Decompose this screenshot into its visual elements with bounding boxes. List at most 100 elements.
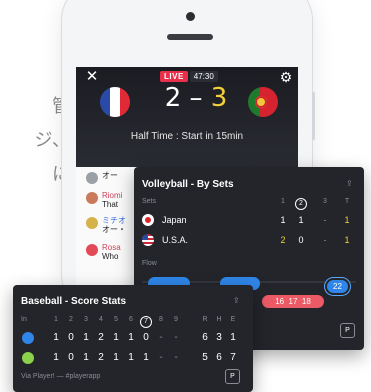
close-icon[interactable]: ✕ (84, 69, 100, 85)
set-score: 1 (298, 215, 304, 225)
card-title: Volleyball - By Sets (142, 179, 234, 190)
inning-header: 9 (174, 316, 178, 323)
avatar (86, 172, 98, 184)
set-score: 0 (298, 235, 304, 245)
flow-pill-away-group: 16 17 18 (262, 295, 324, 308)
background-text: 管 ジ、 に (0, 90, 70, 192)
set-total: 1 (344, 215, 350, 225)
set-score: - (323, 215, 327, 225)
avatar (86, 244, 98, 256)
inning-header: 4 (99, 316, 103, 323)
inning-header: 5 (114, 316, 118, 323)
inning-score: - (174, 332, 178, 343)
runs-total: 5 (202, 352, 208, 363)
earpiece-speaker (167, 34, 213, 40)
flow-point: 17 (288, 297, 298, 306)
chat-text: オー・ (102, 225, 126, 234)
inning-score: 1 (143, 352, 149, 363)
inning-score: - (174, 352, 178, 363)
inning-score: 1 (113, 352, 119, 363)
set-score: 1 (280, 215, 286, 225)
inning-header: 3 (84, 316, 88, 323)
match-status: Half Time : Start in 15min (130, 131, 244, 142)
match-clock: 47:30 (189, 71, 218, 82)
team-color-dot (22, 332, 34, 344)
background-text-line: 管 (52, 96, 70, 117)
sets-label: Sets (142, 198, 157, 205)
set-total: 1 (344, 235, 350, 245)
scoreboard: 2 – 3 (161, 83, 231, 113)
share-icon[interactable]: ⇪ (233, 296, 240, 305)
team-name: Japan (162, 215, 187, 225)
inning-score: 2 (98, 332, 104, 343)
chat-username: ミチオ (102, 216, 126, 225)
flow-pill-home-current: 22 (327, 280, 348, 293)
side-button (312, 92, 315, 140)
inning-header: 8 (159, 316, 163, 323)
away-score: 3 (210, 83, 228, 113)
share-icon[interactable]: ⇪ (346, 179, 353, 188)
portugal-flag-icon (248, 87, 278, 117)
chat-message: ミチオ オー・ (86, 216, 126, 234)
avatar (86, 192, 98, 204)
inning-score: 2 (98, 352, 104, 363)
current-set-header: 2 (295, 198, 307, 210)
inning-score: 1 (113, 332, 119, 343)
chat-text: Who (102, 252, 119, 261)
home-score: 2 (164, 83, 182, 113)
team-row: U.S.A. (142, 234, 188, 246)
avatar (86, 217, 98, 229)
set-score: - (323, 235, 327, 245)
inning-score: 0 (68, 332, 74, 343)
chat-message: オー (86, 171, 118, 184)
inning-score: - (159, 332, 163, 343)
flow-label: Flow (142, 260, 157, 267)
live-badge: LIVE (160, 71, 188, 82)
chat-message: Riomi That (86, 191, 122, 209)
inning-score: 1 (53, 352, 59, 363)
background-text-line: ジ、 (34, 130, 70, 151)
gear-icon[interactable]: ⚙ (278, 69, 294, 85)
chat-message: Rosa Who (86, 243, 121, 261)
inning-score: 1 (128, 352, 134, 363)
hits-total: 3 (216, 332, 222, 343)
footer-credit: Via Player! — #playerapp (21, 373, 101, 380)
inning-score: 1 (83, 332, 89, 343)
usa-flag-icon (142, 234, 154, 246)
inning-score: - (159, 352, 163, 363)
chat-username: Riomi (102, 191, 123, 200)
hits-header: H (216, 316, 222, 323)
flow-point: 18 (301, 297, 311, 306)
japan-flag-icon (142, 214, 154, 226)
brand-icon[interactable]: P (225, 369, 240, 384)
match-header: ✕ LIVE 47:30 ⚙ 2 – 3 Half Time : Start i… (76, 67, 298, 167)
set-score: 2 (280, 235, 286, 245)
team-name: U.S.A. (162, 235, 189, 245)
background-text-line: に (52, 164, 70, 185)
current-inning-header: 7 (140, 316, 152, 328)
inning-header: 2 (69, 316, 73, 323)
chat-username: Rosa (102, 243, 121, 252)
score-separator: – (189, 83, 203, 113)
france-flag-icon (100, 87, 130, 117)
inning-header: 6 (129, 316, 133, 323)
baseball-stats-card: Baseball - Score Stats ⇪ In 1 2 3 4 5 6 … (13, 285, 253, 392)
column-header: T (344, 198, 350, 205)
inning-score: 0 (143, 332, 149, 343)
hits-total: 6 (216, 352, 222, 363)
inning-header: 1 (54, 316, 58, 323)
inning-score: 0 (68, 352, 74, 363)
chat-text: That (102, 200, 119, 209)
chat-text: オー (102, 171, 118, 180)
live-indicator: LIVE 47:30 (160, 71, 218, 82)
inning-score: 1 (53, 332, 59, 343)
runs-total: 6 (202, 332, 208, 343)
runs-header: R (202, 316, 208, 323)
brand-icon[interactable]: P (340, 323, 355, 338)
inning-score: 1 (83, 352, 89, 363)
column-header: 3 (323, 198, 327, 205)
inning-label: In (21, 316, 27, 323)
team-color-dot (22, 352, 34, 364)
errors-header: E (230, 316, 236, 323)
team-row: Japan (142, 214, 187, 226)
